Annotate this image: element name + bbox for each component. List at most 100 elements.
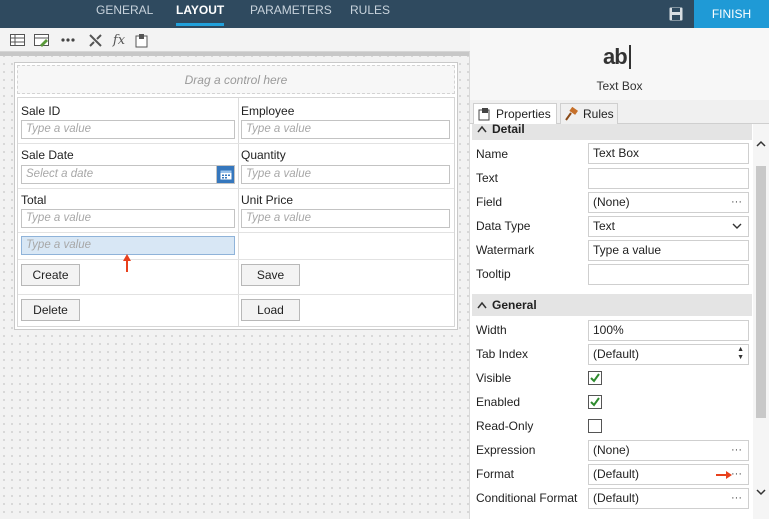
name-property-label: Name xyxy=(476,147,509,161)
format-property-picker[interactable]: (Default) ··· xyxy=(588,464,749,485)
row-divider xyxy=(18,188,454,189)
tab-general[interactable]: GENERAL xyxy=(96,0,153,28)
watermark-property-label: Watermark xyxy=(476,243,535,257)
column-divider xyxy=(238,98,239,326)
load-button[interactable]: Load xyxy=(241,299,300,321)
scrollbar-thumb[interactable] xyxy=(756,166,766,418)
visible-checkbox[interactable] xyxy=(588,371,602,385)
name-property-field[interactable]: Text Box xyxy=(588,143,749,164)
data-type-property-label: Data Type xyxy=(476,219,531,233)
employee-input[interactable]: Type a value xyxy=(241,120,450,139)
detail-section-title: Detail xyxy=(492,124,525,136)
tab-rules[interactable]: RULES xyxy=(350,0,390,28)
spinner-icon[interactable]: ▲ ▼ xyxy=(737,346,744,362)
create-button[interactable]: Create xyxy=(21,264,80,286)
control-icon-text: ab xyxy=(603,44,628,69)
expression-value: (None) xyxy=(593,443,630,457)
row-divider xyxy=(18,294,454,295)
tab-panel-rules[interactable]: Rules xyxy=(560,103,618,125)
format-value: (Default) xyxy=(593,467,640,481)
save-icon[interactable] xyxy=(662,0,690,28)
save-button[interactable]: Save xyxy=(241,264,300,286)
width-property-label: Width xyxy=(476,323,507,337)
row-divider xyxy=(18,232,454,233)
form-table: Sale ID Type a value Employee Type a val… xyxy=(17,97,455,327)
format-property-label: Format xyxy=(476,467,515,481)
chevron-up-icon xyxy=(477,124,487,148)
sale-id-input[interactable]: Type a value xyxy=(21,120,235,139)
quantity-input[interactable]: Type a value xyxy=(241,165,450,184)
data-type-value: Text xyxy=(593,219,616,233)
detail-section-header[interactable]: Detail xyxy=(472,124,752,140)
scroll-down-icon[interactable] xyxy=(755,486,767,498)
theme-icon[interactable] xyxy=(134,32,150,48)
expression-property-label: Expression xyxy=(476,443,536,457)
unit-price-input[interactable]: Type a value xyxy=(241,209,450,228)
unit-price-label: Unit Price xyxy=(241,193,294,207)
ellipsis-icon[interactable]: ··· xyxy=(731,441,742,460)
more-icon[interactable] xyxy=(60,32,76,48)
text-box-control-icon: ab xyxy=(603,44,631,70)
tab-rules-label: Rules xyxy=(583,107,614,121)
tooltip-property-field[interactable] xyxy=(588,264,749,285)
visible-property-label: Visible xyxy=(476,371,512,385)
canvas-ruler xyxy=(0,52,469,56)
drop-zone[interactable]: Drag a control here xyxy=(17,65,455,94)
sale-date-label: Sale Date xyxy=(21,148,74,162)
gavel-icon xyxy=(565,106,579,121)
watermark-property-field[interactable]: Type a value xyxy=(588,240,749,261)
delete-button[interactable]: Delete xyxy=(21,299,80,321)
finish-button[interactable]: FINISH xyxy=(694,0,769,28)
tab-index-value: (Default) xyxy=(593,347,640,361)
expression-property-picker[interactable]: (None) ··· xyxy=(588,440,749,461)
general-section-title: General xyxy=(492,298,537,312)
form-view[interactable]: Drag a control here Sale ID Type a value… xyxy=(14,62,458,330)
tooltip-property-label: Tooltip xyxy=(476,267,511,281)
scroll-up-icon[interactable] xyxy=(755,138,767,150)
control-type-name: Text Box xyxy=(596,79,643,93)
text-property-field[interactable] xyxy=(588,168,749,189)
designer-toolbar: fx xyxy=(0,28,470,52)
field-property-label: Field xyxy=(476,195,503,209)
property-list: Detail Name Text Box Text Field (None) ·… xyxy=(470,124,753,519)
function-icon[interactable]: fx xyxy=(111,32,127,48)
ellipsis-icon[interactable]: ··· xyxy=(731,193,742,212)
chevron-up-icon xyxy=(477,294,487,324)
total-input[interactable]: Type a value xyxy=(21,209,235,228)
read-only-checkbox[interactable] xyxy=(588,419,602,433)
read-only-property-label: Read-Only xyxy=(476,419,534,433)
calendar-icon[interactable] xyxy=(216,166,234,183)
general-section-header[interactable]: General xyxy=(472,294,752,316)
row-divider xyxy=(18,259,454,260)
ellipsis-icon[interactable]: ··· xyxy=(731,465,742,484)
field-property-picker[interactable]: (None) ··· xyxy=(588,192,749,213)
tab-properties-label: Properties xyxy=(496,107,551,121)
row-divider xyxy=(18,143,454,144)
tab-index-property-label: Tab Index xyxy=(476,347,529,361)
tab-index-stepper[interactable]: (Default) ▲ ▼ xyxy=(588,344,749,365)
edit-table-icon[interactable] xyxy=(33,32,49,48)
conditional-format-value: (Default) xyxy=(593,491,640,505)
tab-layout[interactable]: LAYOUT xyxy=(176,0,225,28)
employee-label: Employee xyxy=(241,104,295,118)
control-header: ab Text Box xyxy=(470,28,769,100)
enabled-checkbox[interactable] xyxy=(588,395,602,409)
data-type-select[interactable]: Text xyxy=(588,216,749,237)
enabled-property-label: Enabled xyxy=(476,395,521,409)
properties-panel: ab Text Box Properties Rules Detail Name… xyxy=(470,28,769,519)
property-list-scrollbar[interactable] xyxy=(753,124,769,519)
ellipsis-icon[interactable]: ··· xyxy=(731,489,742,508)
conditional-format-property-picker[interactable]: (Default) ··· xyxy=(588,488,749,509)
chevron-down-icon xyxy=(732,218,742,241)
sale-date-placeholder: Select a date xyxy=(26,168,94,180)
field-property-value: (None) xyxy=(593,195,630,209)
table-icon[interactable] xyxy=(9,32,25,48)
text-property-label: Text xyxy=(476,171,499,185)
total-label: Total xyxy=(21,193,47,207)
tools-icon[interactable] xyxy=(87,32,103,48)
width-property-field[interactable]: 100% xyxy=(588,320,749,341)
tab-parameters[interactable]: PARAMETERS xyxy=(250,0,332,28)
sale-date-picker[interactable]: Select a date xyxy=(21,165,235,184)
sale-id-label: Sale ID xyxy=(21,104,61,118)
tab-properties[interactable]: Properties xyxy=(473,103,557,125)
